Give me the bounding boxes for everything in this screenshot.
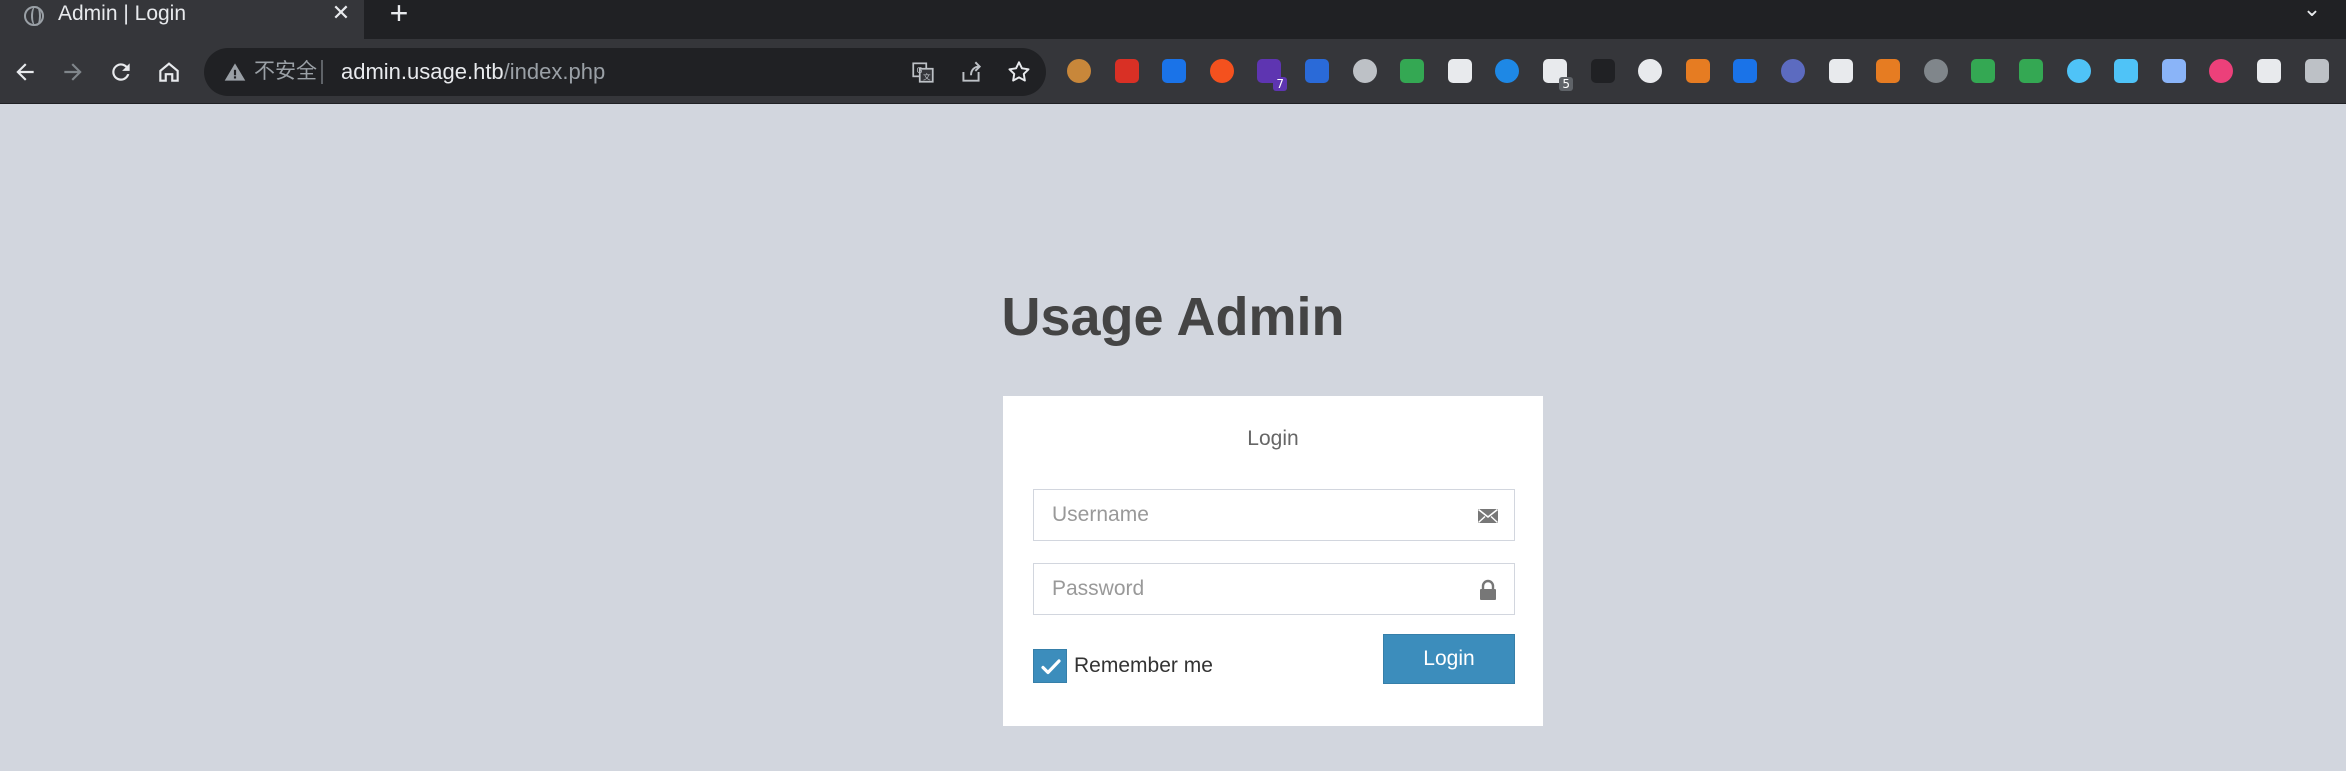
shield-extension-icon[interactable] (1686, 59, 1710, 83)
username-field (1033, 489, 1515, 541)
url-path: /index.php (503, 59, 606, 84)
lock-icon (1480, 579, 1496, 600)
security-status[interactable]: 不安全 (254, 59, 317, 85)
monitor-extension-icon[interactable] (2114, 59, 2138, 83)
ip-extension-icon[interactable] (1448, 59, 1472, 83)
login-box: Login Remember me Login (1003, 396, 1543, 726)
purple-extension-icon[interactable]: 7 (1257, 59, 1287, 91)
svg-text:文: 文 (923, 72, 931, 82)
back-arrow-icon (16, 63, 34, 81)
share-icon[interactable] (958, 59, 984, 85)
forward-arrow-icon (64, 63, 82, 81)
home-button[interactable] (149, 52, 189, 92)
browser-toolbar: 不安全 admin.usage.htb/index.php G文 7 5 (0, 39, 2346, 104)
dice-extension-icon[interactable] (1115, 59, 1139, 83)
tab-strip: Admin | Login ✕ + ⌄ (0, 0, 2346, 39)
hat-extension-icon[interactable] (1591, 59, 1615, 83)
cloud-extension-icon[interactable] (1353, 59, 1377, 83)
arrow-extension-icon[interactable] (1876, 59, 1900, 83)
glasses-extension-icon[interactable] (1162, 59, 1186, 83)
password-field (1033, 563, 1515, 615)
tab-search-button[interactable]: ⌄ (2298, 0, 2326, 22)
remember-checkbox[interactable] (1033, 649, 1067, 683)
forward-button[interactable] (53, 52, 93, 92)
new-tab-button[interactable]: + (384, 0, 414, 29)
spy-extension-icon[interactable] (1829, 59, 1853, 83)
login-page: Usage Admin Login Remember me Login (0, 105, 2346, 771)
back-button[interactable] (5, 52, 45, 92)
url-host: admin.usage.htb (341, 59, 504, 84)
password-input[interactable] (1034, 564, 1514, 614)
diamond-extension-icon[interactable] (2067, 59, 2091, 83)
extension-badge: 5 (1559, 77, 1573, 91)
url-text[interactable]: admin.usage.htb/index.php (341, 59, 605, 85)
address-bar[interactable]: 不安全 admin.usage.htb/index.php G文 (204, 48, 1046, 96)
globe-icon (24, 6, 44, 26)
tab-title: Admin | Login (58, 2, 187, 25)
translate-icon[interactable]: G文 (910, 59, 936, 85)
circle-extension-icon[interactable] (2305, 59, 2329, 83)
tab-close-button[interactable]: ✕ (329, 0, 353, 26)
moon-extension-icon[interactable] (1781, 59, 1805, 83)
translate-extension-icon[interactable] (1210, 59, 1234, 83)
home-icon (159, 62, 179, 82)
username-input[interactable] (1034, 490, 1514, 540)
extension-badge: 7 (1273, 77, 1287, 91)
svg-text:G: G (917, 66, 923, 75)
wave-extension-icon[interactable] (1495, 59, 1519, 83)
globe-extension-icon[interactable] (1400, 59, 1424, 83)
checkmark-icon (1041, 659, 1061, 675)
reload-icon (112, 63, 130, 81)
lang-extension-icon[interactable] (2209, 59, 2233, 83)
login-box-message: Login (1247, 427, 1299, 450)
gear-extension-icon[interactable] (1971, 59, 1995, 83)
bookmark-star-icon[interactable] (1006, 59, 1032, 85)
remember-label[interactable]: Remember me (1074, 654, 1213, 678)
grid-extension-icon[interactable] (2019, 59, 2043, 83)
envelope-icon (1478, 508, 1498, 524)
tab-admin-login[interactable]: Admin | Login ✕ (0, 0, 364, 39)
reload-button[interactable] (101, 52, 141, 92)
cookie-extension-icon[interactable] (1067, 59, 1091, 83)
warning-icon[interactable] (222, 59, 248, 85)
star-extension-icon[interactable] (2162, 59, 2186, 83)
login-button[interactable]: Login (1383, 634, 1515, 684)
qr-extension-icon[interactable]: 5 (1543, 59, 1573, 91)
separator (321, 60, 323, 84)
firefox-extension-icon[interactable] (1305, 59, 1329, 83)
copy-extension-icon[interactable] (1924, 59, 1948, 83)
s-extension-icon[interactable] (2257, 59, 2281, 83)
bars-extension-icon[interactable] (1733, 59, 1757, 83)
mask-extension-icon[interactable] (1638, 59, 1662, 83)
page-title: Usage Admin (1001, 287, 1345, 347)
